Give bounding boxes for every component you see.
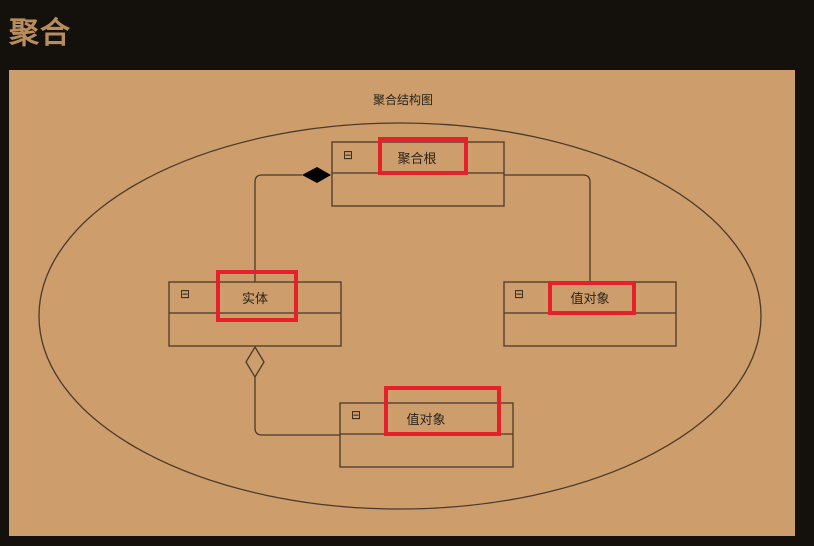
diagram-title: 聚合结构图 xyxy=(373,92,433,107)
box-label-value-bottom: 值对象 xyxy=(406,412,445,428)
collapse-icon: ⊟ xyxy=(343,148,353,162)
aggregate-structure-diagram: 聚合结构图 ⊟ 聚合根 ⊟ 实体 ⊟ 值对象 ⊟ 值对象 xyxy=(9,70,795,536)
box-aggregate-root: ⊟ 聚合根 xyxy=(331,137,505,207)
collapse-icon: ⊟ xyxy=(180,287,190,301)
diagram-canvas: 聚合结构图 ⊟ 聚合根 ⊟ 实体 ⊟ 值对象 ⊟ 值对象 xyxy=(38,92,762,510)
box-value-object-bottom: ⊟ 值对象 xyxy=(339,386,514,468)
box-value-object-right: ⊟ 值对象 xyxy=(503,281,677,347)
box-label-value-right: 值对象 xyxy=(570,291,609,307)
collapse-icon: ⊟ xyxy=(351,408,361,422)
connector-entity-value-bottom xyxy=(254,377,340,436)
collapse-icon: ⊟ xyxy=(514,287,524,301)
box-label-root: 聚合根 xyxy=(397,152,436,167)
box-label-entity: 实体 xyxy=(242,292,268,307)
page-title: 聚合 xyxy=(9,16,71,51)
connector-root-entity xyxy=(254,174,302,282)
aggregation-diamond xyxy=(245,345,265,379)
aggregate-boundary-ellipse xyxy=(38,122,762,510)
composition-diamond xyxy=(302,167,331,183)
connector-root-value-right xyxy=(504,174,591,282)
box-entity: ⊟ 实体 xyxy=(168,270,342,347)
